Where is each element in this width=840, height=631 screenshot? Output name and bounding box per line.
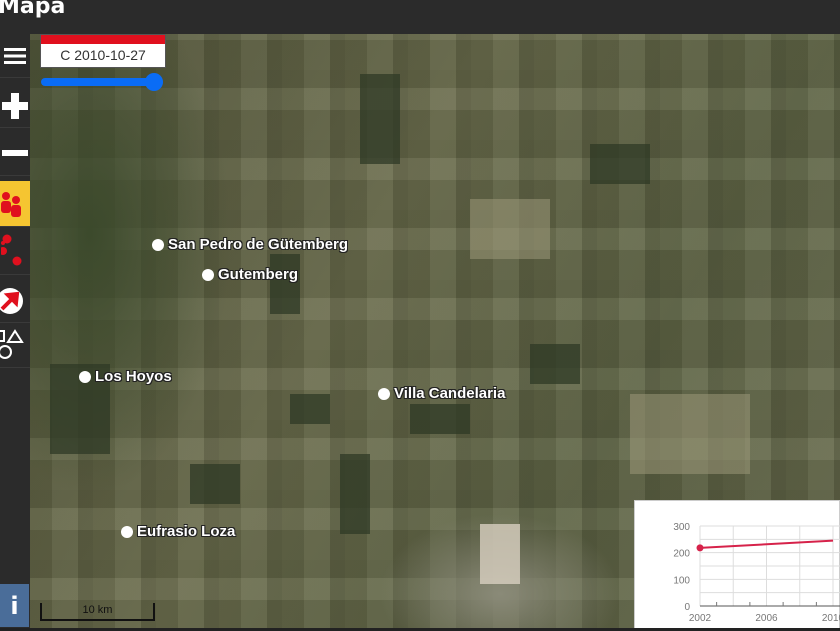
menu-icon xyxy=(4,47,26,64)
place-label: Los Hoyos xyxy=(95,368,172,385)
zoom-in-icon xyxy=(2,92,28,119)
x-tick-label: 2010 xyxy=(822,613,840,624)
date-slider-thumb[interactable] xyxy=(145,73,163,91)
scale-bar: 10 km xyxy=(40,603,155,621)
dots-icon xyxy=(1,234,22,265)
arrow-layer-button[interactable] xyxy=(0,279,30,323)
place-label: Eufrasio Loza xyxy=(137,523,236,540)
date-label: C 2010-10-27 xyxy=(60,47,146,63)
place-dot xyxy=(121,525,133,538)
y-tick-label: 100 xyxy=(673,575,690,586)
population-layer-button[interactable] xyxy=(0,181,30,227)
place-label: Gutemberg xyxy=(218,266,299,283)
place-dot xyxy=(152,238,164,251)
x-tick-label: 2006 xyxy=(755,613,778,624)
place-label: Villa Candelaria xyxy=(394,385,506,402)
y-tick-label: 0 xyxy=(684,602,690,613)
place-marker[interactable]: Gutemberg xyxy=(202,266,298,283)
place-label: San Pedro de Gütemberg xyxy=(168,236,349,253)
place-marker[interactable]: Los Hoyos xyxy=(79,368,172,385)
chart-panel: 0 100 200 300 2002 2006 2010 xyxy=(634,500,840,630)
points-layer-button[interactable] xyxy=(0,231,30,275)
scale-label: 10 km xyxy=(82,604,113,616)
population-chart: 0 100 200 300 2002 2006 2010 xyxy=(673,522,840,624)
arrow-icon xyxy=(0,287,23,314)
y-tick-label: 300 xyxy=(673,522,690,533)
place-dot xyxy=(79,370,91,383)
data-point xyxy=(696,544,704,552)
date-color-bar xyxy=(41,35,165,44)
zoom-out-icon xyxy=(2,149,28,156)
population-icon xyxy=(1,191,21,217)
page-title: Mapa xyxy=(0,0,66,19)
shapes-layer-button[interactable] xyxy=(0,324,30,368)
zoom-out-button[interactable] xyxy=(0,132,30,176)
x-tick-label: 2002 xyxy=(689,613,712,624)
menu-button[interactable] xyxy=(0,34,30,78)
place-marker[interactable]: Eufrasio Loza xyxy=(121,523,235,540)
y-tick-label: 200 xyxy=(673,549,690,560)
info-button[interactable]: i xyxy=(0,584,29,627)
header-bar: Mapa xyxy=(0,0,840,34)
place-marker[interactable]: San Pedro de Gütemberg xyxy=(152,236,348,253)
place-dot xyxy=(202,268,214,281)
date-label-box: C 2010-10-27 xyxy=(40,34,166,68)
place-dot xyxy=(378,387,390,400)
sidebar xyxy=(0,34,30,630)
shapes-icon xyxy=(0,328,24,359)
zoom-in-button[interactable] xyxy=(0,84,30,128)
place-marker[interactable]: Villa Candelaria xyxy=(378,385,505,402)
